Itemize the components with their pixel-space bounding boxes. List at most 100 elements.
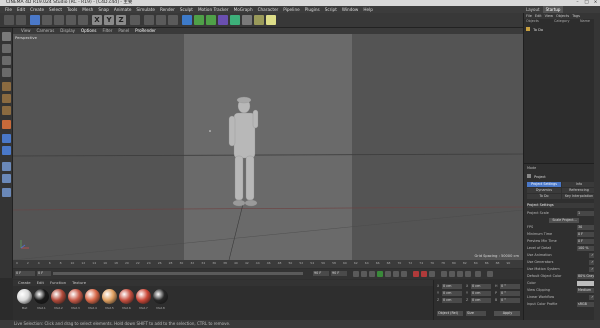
material-menu-create[interactable]: Create <box>18 280 31 286</box>
material-swatch[interactable] <box>85 289 100 304</box>
goto-end-icon[interactable] <box>401 271 407 277</box>
record-icon[interactable] <box>413 271 419 277</box>
current-frame-field[interactable]: 0 F <box>15 271 35 276</box>
object-row[interactable]: To Do <box>526 27 599 33</box>
pos-x-field[interactable]: 0 cm <box>442 284 462 289</box>
size-mode-select[interactable]: Size <box>466 311 486 316</box>
menu-mograph[interactable]: MoGraph <box>234 7 253 12</box>
attr-row-value[interactable]: 0 F <box>577 239 595 244</box>
menu-edit[interactable]: Edit <box>17 7 25 12</box>
array-icon[interactable] <box>218 15 228 25</box>
tab-referencing[interactable]: Referencing <box>562 188 596 193</box>
bend-deformer-icon[interactable] <box>230 15 240 25</box>
coord-mode-select[interactable]: Object (Rel) <box>437 311 463 316</box>
material-swatch[interactable] <box>68 289 83 304</box>
menu-tools[interactable]: Tools <box>67 7 77 12</box>
material-swatch[interactable] <box>119 289 134 304</box>
material-menu-function[interactable]: Function <box>50 280 66 286</box>
attr-row-value[interactable]: 30 <box>577 225 595 230</box>
undo-icon[interactable] <box>4 15 14 25</box>
workplane-icon[interactable] <box>2 68 11 77</box>
attr-row-value[interactable]: Scale Project... <box>549 218 579 223</box>
end-frame-field[interactable]: 90 F <box>313 271 329 276</box>
locked-workplane-icon[interactable] <box>2 174 11 183</box>
next-frame-icon[interactable] <box>385 271 391 277</box>
autokey-icon[interactable] <box>421 271 427 277</box>
size-y-field[interactable]: 0 cm <box>471 291 491 296</box>
menu-pipeline[interactable]: Pipeline <box>283 7 299 12</box>
menu-mesh[interactable]: Mesh <box>82 7 93 12</box>
attr-row-value[interactable]: 80% Gray <box>577 274 595 279</box>
tweak-icon[interactable] <box>2 146 11 155</box>
pen-spline-icon[interactable] <box>194 15 204 25</box>
max-frame-field[interactable]: 90 F <box>331 271 347 276</box>
attr-row-value[interactable]: sRGB <box>577 302 595 307</box>
y-axis-icon[interactable]: Y <box>104 15 114 25</box>
light-icon[interactable] <box>266 15 276 25</box>
menu-select[interactable]: Select <box>49 7 62 12</box>
menu-render[interactable]: Render <box>160 7 175 12</box>
perspective-viewport[interactable]: Perspective Grid Spacing : 50000 cm <box>13 34 523 260</box>
startup-tab[interactable]: Startup <box>542 6 564 13</box>
material-swatch[interactable] <box>17 289 32 304</box>
last-tool-icon[interactable] <box>78 15 88 25</box>
render-picture-viewer-icon[interactable] <box>156 15 166 25</box>
make-editable-icon[interactable] <box>2 32 11 41</box>
next-key-icon[interactable] <box>393 271 399 277</box>
menu-window[interactable]: Window <box>342 7 359 12</box>
material-swatch[interactable] <box>102 289 117 304</box>
timeline-ruler[interactable]: 0 2 4 6 8 10 12 14 16 18 20 22 24 26 28 30 32 34 36 38 40 42 4… <box>13 260 523 268</box>
subdivision-icon[interactable] <box>206 15 216 25</box>
attr-row-value[interactable]: 1 <box>577 211 595 216</box>
menu-script[interactable]: Script <box>325 7 337 12</box>
render-view-icon[interactable] <box>144 15 154 25</box>
play-icon[interactable] <box>377 271 383 277</box>
cube-icon[interactable] <box>182 15 192 25</box>
attr-row-value[interactable]: Medium <box>577 288 595 293</box>
rotate-icon[interactable] <box>66 15 76 25</box>
scale-icon[interactable] <box>54 15 64 25</box>
polygons-mode-icon[interactable] <box>2 106 11 115</box>
axis-mode-icon[interactable] <box>2 120 11 129</box>
pos-y-field[interactable]: 0 cm <box>442 291 462 296</box>
tab-info[interactable]: Info <box>562 182 596 187</box>
attr-row-value[interactable] <box>577 281 595 286</box>
range-slider[interactable] <box>53 272 303 275</box>
material-menu-texture[interactable]: Texture <box>72 280 86 286</box>
point-level-icon[interactable] <box>475 271 481 277</box>
x-axis-icon[interactable]: X <box>92 15 102 25</box>
tab-key-interpolation[interactable]: Key Interpolation <box>562 194 596 199</box>
move-icon[interactable] <box>42 15 52 25</box>
rotation-key-icon[interactable] <box>449 271 455 277</box>
render-settings-icon[interactable] <box>168 15 178 25</box>
menu-snap[interactable]: Snap <box>98 7 109 12</box>
menu-create[interactable]: Create <box>30 7 44 12</box>
prev-frame-icon[interactable] <box>369 271 375 277</box>
menu-simulate[interactable]: Simulate <box>136 7 155 12</box>
position-key-icon[interactable] <box>441 271 447 277</box>
menu-character[interactable]: Character <box>258 7 279 12</box>
apply-button[interactable]: Apply <box>494 311 520 316</box>
floor-icon[interactable] <box>242 15 252 25</box>
points-mode-icon[interactable] <box>2 82 11 91</box>
goto-start-icon[interactable] <box>353 271 359 277</box>
material-swatch[interactable] <box>34 289 49 304</box>
prev-key-icon[interactable] <box>361 271 367 277</box>
snap-icon[interactable] <box>2 134 11 143</box>
menu-motion-tracker[interactable]: Motion Tracker <box>198 7 229 12</box>
start-frame-field[interactable]: 0 F <box>37 271 51 276</box>
redo-icon[interactable] <box>16 15 26 25</box>
solo-icon[interactable] <box>2 188 11 197</box>
material-swatch[interactable] <box>136 289 151 304</box>
texture-mode-icon[interactable] <box>2 56 11 65</box>
layout-tab[interactable]: Layout <box>523 6 543 13</box>
attr-row-value[interactable]: 0 F <box>577 232 595 237</box>
camera-icon[interactable] <box>254 15 264 25</box>
coordinate-system-icon[interactable] <box>130 15 140 25</box>
param-key-icon[interactable] <box>465 271 471 277</box>
rot-p-field[interactable]: 0 ° <box>500 291 520 296</box>
tab-project-settings[interactable]: Project Settings <box>527 182 561 187</box>
material-menu-edit[interactable]: Edit <box>37 280 44 286</box>
material-swatch[interactable] <box>153 289 168 304</box>
menu-plugins[interactable]: Plugins <box>305 7 320 12</box>
